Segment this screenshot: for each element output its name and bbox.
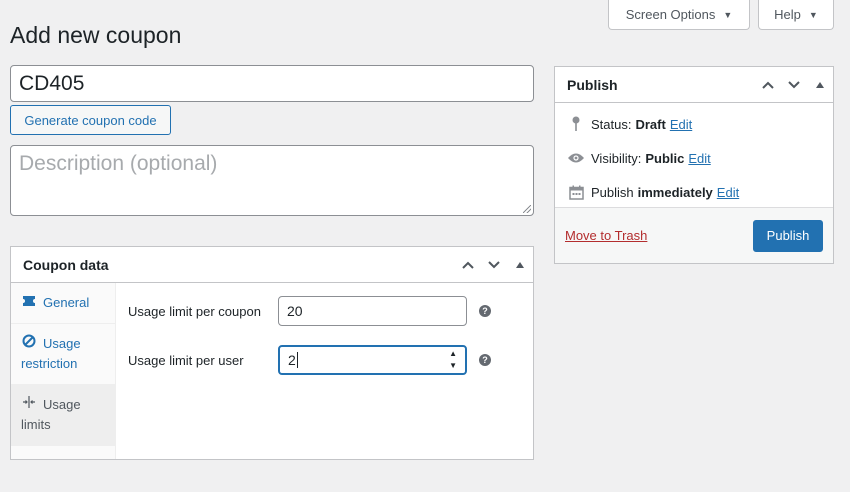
help-button[interactable]: Help ▼ [758,0,834,30]
status-row: Status: Draft Edit [555,107,833,141]
edit-status-link[interactable]: Edit [670,117,692,132]
pin-icon [567,116,585,132]
stepper-down-icon[interactable]: ▼ [449,361,457,371]
help-tip-icon[interactable]: ? [479,305,491,317]
publish-box: Publish Status: Draft Edit Visibility: P… [554,66,834,264]
status-label: Status: [591,116,632,132]
publish-date-value: immediately [637,184,713,200]
move-down-icon[interactable] [481,247,507,283]
limits-icon [21,395,37,415]
move-to-trash-link[interactable]: Move to Trash [565,228,647,243]
usage-limit-per-coupon-input[interactable]: 20 [278,296,467,326]
block-icon [21,334,37,354]
edit-publish-date-link[interactable]: Edit [717,185,739,200]
text-cursor [296,352,298,368]
page-title: Add new coupon [10,22,182,48]
help-label: Help [774,7,801,22]
tab-usage-restriction[interactable]: Usage restriction [11,324,115,385]
caret-down-icon: ▼ [723,9,733,20]
edit-visibility-link[interactable]: Edit [688,151,710,166]
visibility-value: Public [645,150,685,166]
resize-handle-icon[interactable] [523,205,531,213]
description-textarea[interactable]: Description (optional) [10,145,534,216]
toggle-panel-icon[interactable] [507,247,533,283]
handle-actions [455,247,533,282]
visibility-label: Visibility: [591,150,642,166]
publish-actions: Move to Trash Publish [555,207,833,263]
tab-usage-limits[interactable]: Usage limits [11,385,115,446]
usage-limits-panel: Usage limit per coupon 20 ? Usage limit … [116,283,533,459]
publish-date-row: Publish immediately Edit [555,175,833,209]
number-stepper[interactable]: ▲ ▼ [449,349,457,371]
usage-limit-per-user-input[interactable]: 2 ▲ ▼ [278,345,467,375]
stepper-up-icon[interactable]: ▲ [449,349,457,359]
eye-icon [567,152,585,164]
move-up-icon[interactable] [755,67,781,103]
tab-general[interactable]: General [11,283,115,324]
usage-limit-per-user-row: Usage limit per user 2 ▲ ▼ ? [128,345,491,375]
publish-title: Publish [567,76,618,93]
move-up-icon[interactable] [455,247,481,283]
usage-limit-per-user-label: Usage limit per user [128,352,244,368]
coupon-data-title: Coupon data [23,256,109,273]
status-value: Draft [635,116,666,132]
coupon-data-tabs: General Usage restriction Usage limits [11,283,116,459]
move-down-icon[interactable] [781,67,807,103]
visibility-row: Visibility: Public Edit [555,141,833,175]
screen-options-label: Screen Options [625,7,716,22]
ticket-icon [21,293,37,313]
publish-header: Publish [555,67,833,103]
description-placeholder: Description (optional) [19,152,218,175]
help-tip-icon[interactable]: ? [479,354,491,366]
generate-coupon-code-button[interactable]: Generate coupon code [10,105,171,135]
tab-general-label: General [43,295,90,310]
caret-down-icon: ▼ [808,9,818,20]
usage-limit-per-coupon-label: Usage limit per coupon [128,303,261,319]
publish-button[interactable]: Publish [753,219,823,252]
usage-limit-per-coupon-row: Usage limit per coupon 20 ? [128,296,491,326]
usage-limit-per-user-value: 2 [288,352,296,368]
handle-actions [755,67,833,102]
screen-options-button[interactable]: Screen Options ▼ [608,0,750,30]
coupon-code-input[interactable]: CD405 [10,65,534,102]
publish-date-label: Publish [591,184,634,200]
screen-meta-links: Screen Options ▼ Help ▼ [608,0,834,30]
toggle-panel-icon[interactable] [807,67,833,103]
calendar-icon [567,185,585,200]
coupon-data-box: Coupon data General Usage restriction Us… [10,246,534,460]
coupon-data-header: Coupon data [11,247,533,283]
